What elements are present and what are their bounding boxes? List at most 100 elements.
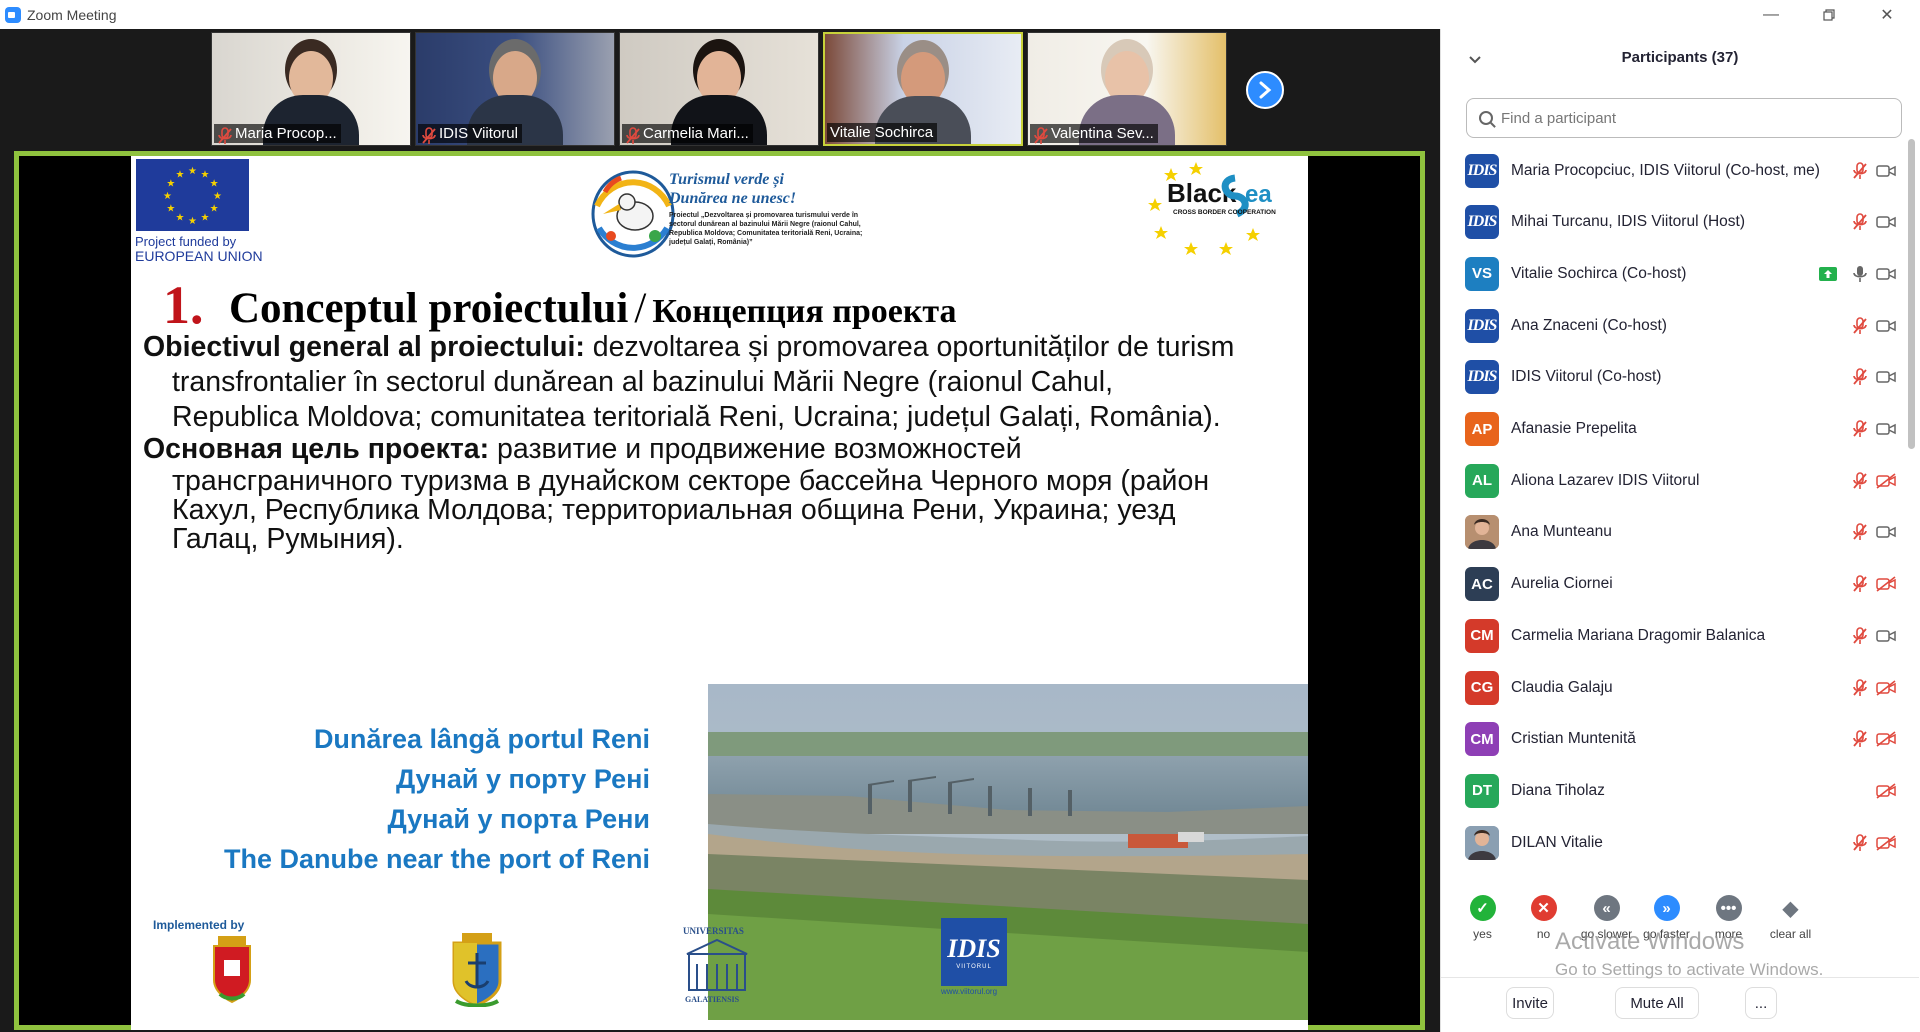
reaction-icon: »: [1653, 895, 1680, 921]
participant-row[interactable]: DILAN Vitalie: [1441, 817, 1901, 865]
camera-icon[interactable]: [1875, 521, 1897, 543]
mic-muted-icon[interactable]: [1849, 315, 1871, 337]
participant-row[interactable]: CG Claudia Galaju: [1441, 662, 1901, 713]
camera-icon[interactable]: [1875, 366, 1897, 388]
next-page-button[interactable]: [1246, 71, 1284, 109]
camera-off-icon[interactable]: [1875, 832, 1897, 854]
camera-icon[interactable]: [1875, 315, 1897, 337]
participant-row[interactable]: AP Afanasie Prepelita: [1441, 404, 1901, 455]
activate-windows-subtext: Go to Settings to activate Windows.: [1555, 960, 1824, 979]
thumbnail-name-label: Carmelia Mari...: [622, 124, 753, 144]
close-icon[interactable]: ✕: [1864, 0, 1910, 29]
participant-row[interactable]: AL Aliona Lazarev IDIS Viitorul: [1441, 455, 1901, 506]
mic-icon[interactable]: [1849, 263, 1871, 285]
participant-list: IDIS Maria Procopciuc, IDIS Viitorul (Co-…: [1441, 145, 1901, 865]
mic-muted-icon[interactable]: [1849, 418, 1871, 440]
participant-search-input[interactable]: [1501, 109, 1881, 127]
mic-muted-icon[interactable]: [1849, 728, 1871, 750]
eu-star: ★: [166, 179, 175, 190]
restore-icon[interactable]: [1806, 0, 1852, 29]
idis-viitorul-logo: IDIS VIITORUL www.viitorul.org: [941, 918, 1007, 998]
thumbnail-name: Maria Procop...: [235, 125, 337, 142]
objective-ro-line3: Republica Moldova; comunitatea teritoria…: [172, 401, 1221, 433]
video-thumbnail[interactable]: Vitalie Sochirca: [823, 32, 1023, 146]
camera-icon[interactable]: [1875, 263, 1897, 285]
camera-icon[interactable]: [1875, 211, 1897, 233]
reni-port-photo: [708, 684, 1308, 1020]
mic-muted-icon[interactable]: [1849, 521, 1871, 543]
objective-ru-label: Основная цель проекта:: [143, 433, 490, 465]
camera-off-icon[interactable]: [1875, 470, 1897, 492]
thumbnail-name: Vitalie Sochirca: [830, 124, 934, 141]
objective-ru-line4: Галац, Румыния).: [172, 523, 404, 555]
participant-row[interactable]: VS Vitalie Sochirca (Co-host): [1441, 248, 1901, 299]
participant-avatar: IDIS: [1465, 205, 1499, 240]
participant-search[interactable]: [1466, 98, 1902, 138]
video-thumbnail[interactable]: Valentina Sev...: [1027, 32, 1227, 146]
participant-row[interactable]: CM Cristian Muntenită: [1441, 714, 1901, 765]
reaction-icon: «: [1593, 895, 1620, 921]
slide-title-ru: Концепция проекта: [652, 293, 957, 330]
reaction-clear-all-button[interactable]: ◆ clear all: [1753, 895, 1828, 942]
camera-off-icon[interactable]: [1875, 728, 1897, 750]
eu-star: ★: [188, 166, 197, 177]
thumbnail-name-label: Maria Procop...: [214, 124, 341, 144]
participant-list-scrollbar[interactable]: [1908, 139, 1915, 449]
eu-caption-line2: EUROPEAN UNION: [135, 248, 263, 264]
participant-avatar: AC: [1465, 567, 1499, 602]
participant-row[interactable]: IDIS Ana Znaceni (Co-host): [1441, 300, 1901, 351]
mic-muted-icon[interactable]: [1849, 625, 1871, 647]
slide-title: Conceptul proiectului / Концепция проекта: [229, 284, 957, 333]
participant-row[interactable]: Ana Munteanu: [1441, 507, 1901, 558]
participant-avatar: CM: [1465, 722, 1499, 757]
more-options-button[interactable]: ...: [1745, 987, 1777, 1019]
thumbnail-name-label: Valentina Sev...: [1030, 124, 1158, 144]
mute-all-button[interactable]: Mute All: [1615, 987, 1699, 1019]
window-titlebar: Zoom Meeting — ✕: [0, 0, 1920, 29]
camera-icon[interactable]: [1875, 160, 1897, 182]
participant-row[interactable]: IDIS IDIS Viitorul (Co-host): [1441, 352, 1901, 403]
participant-avatar: [1465, 825, 1499, 860]
video-thumbnail[interactable]: Maria Procop...: [211, 32, 411, 146]
participant-row[interactable]: AC Aurelia Ciornei: [1441, 559, 1901, 610]
camera-icon[interactable]: [1875, 418, 1897, 440]
participant-name: Cristian Muntenită: [1511, 730, 1636, 748]
reaction-icon: ✓: [1469, 895, 1496, 921]
camera-off-icon[interactable]: [1875, 573, 1897, 595]
minimize-icon[interactable]: —: [1748, 0, 1794, 29]
zoom-app-icon: [5, 6, 21, 23]
mic-muted-icon[interactable]: [1849, 832, 1871, 854]
eraser-icon: ◆: [1782, 897, 1799, 920]
mic-muted-icon[interactable]: [1849, 677, 1871, 699]
activate-windows-watermark: Activate Windows: [1555, 928, 1745, 955]
participants-panel: Participants (37) IDIS Maria Procopciuc, …: [1440, 29, 1920, 1032]
participant-avatar: AL: [1465, 463, 1499, 498]
mic-muted-icon[interactable]: [1849, 366, 1871, 388]
participant-row[interactable]: DT Diana Tiholaz: [1441, 765, 1901, 816]
slide-number: 1.: [163, 275, 204, 335]
photo-caption-line: Дунай у порта Рени: [387, 804, 650, 834]
mic-muted-icon[interactable]: [1849, 573, 1871, 595]
reaction-icon: ✕: [1530, 895, 1557, 921]
camera-off-icon[interactable]: [1875, 780, 1897, 802]
mic-muted-icon[interactable]: [1849, 160, 1871, 182]
participant-name: Aliona Lazarev IDIS Viitorul: [1511, 471, 1700, 489]
project-logo-title: Turismul verde și Dunărea ne unesc!: [669, 170, 796, 208]
camera-off-icon[interactable]: [1875, 677, 1897, 699]
camera-icon[interactable]: [1875, 625, 1897, 647]
svg-text:ea: ea: [1245, 181, 1272, 208]
svg-text:CROSS BORDER COOPERATION: CROSS BORDER COOPERATION: [1173, 209, 1276, 216]
thumbnail-name: IDIS Viitorul: [439, 125, 518, 142]
participant-row[interactable]: IDIS Mihai Turcanu, IDIS Viitorul (Host): [1441, 197, 1901, 248]
mic-muted-icon[interactable]: [1849, 470, 1871, 492]
photo-caption-line: Дунай у порту Рені: [395, 764, 650, 794]
invite-button[interactable]: Invite: [1506, 987, 1554, 1019]
mic-muted-icon[interactable]: [1849, 211, 1871, 233]
video-thumbnail[interactable]: Carmelia Mari...: [619, 32, 819, 146]
mic-muted-icon: [1033, 126, 1048, 144]
chevron-down-icon[interactable]: [1469, 51, 1481, 67]
video-thumbnail[interactable]: IDIS Viitorul: [415, 32, 615, 146]
participant-row[interactable]: IDIS Maria Procopciuc, IDIS Viitorul (Co-…: [1441, 145, 1901, 196]
participant-row[interactable]: CM Carmelia Mariana Dragomir Balanica: [1441, 610, 1901, 661]
objective-ro-line2: transfrontalier în sectorul dunărean al …: [172, 366, 1113, 398]
